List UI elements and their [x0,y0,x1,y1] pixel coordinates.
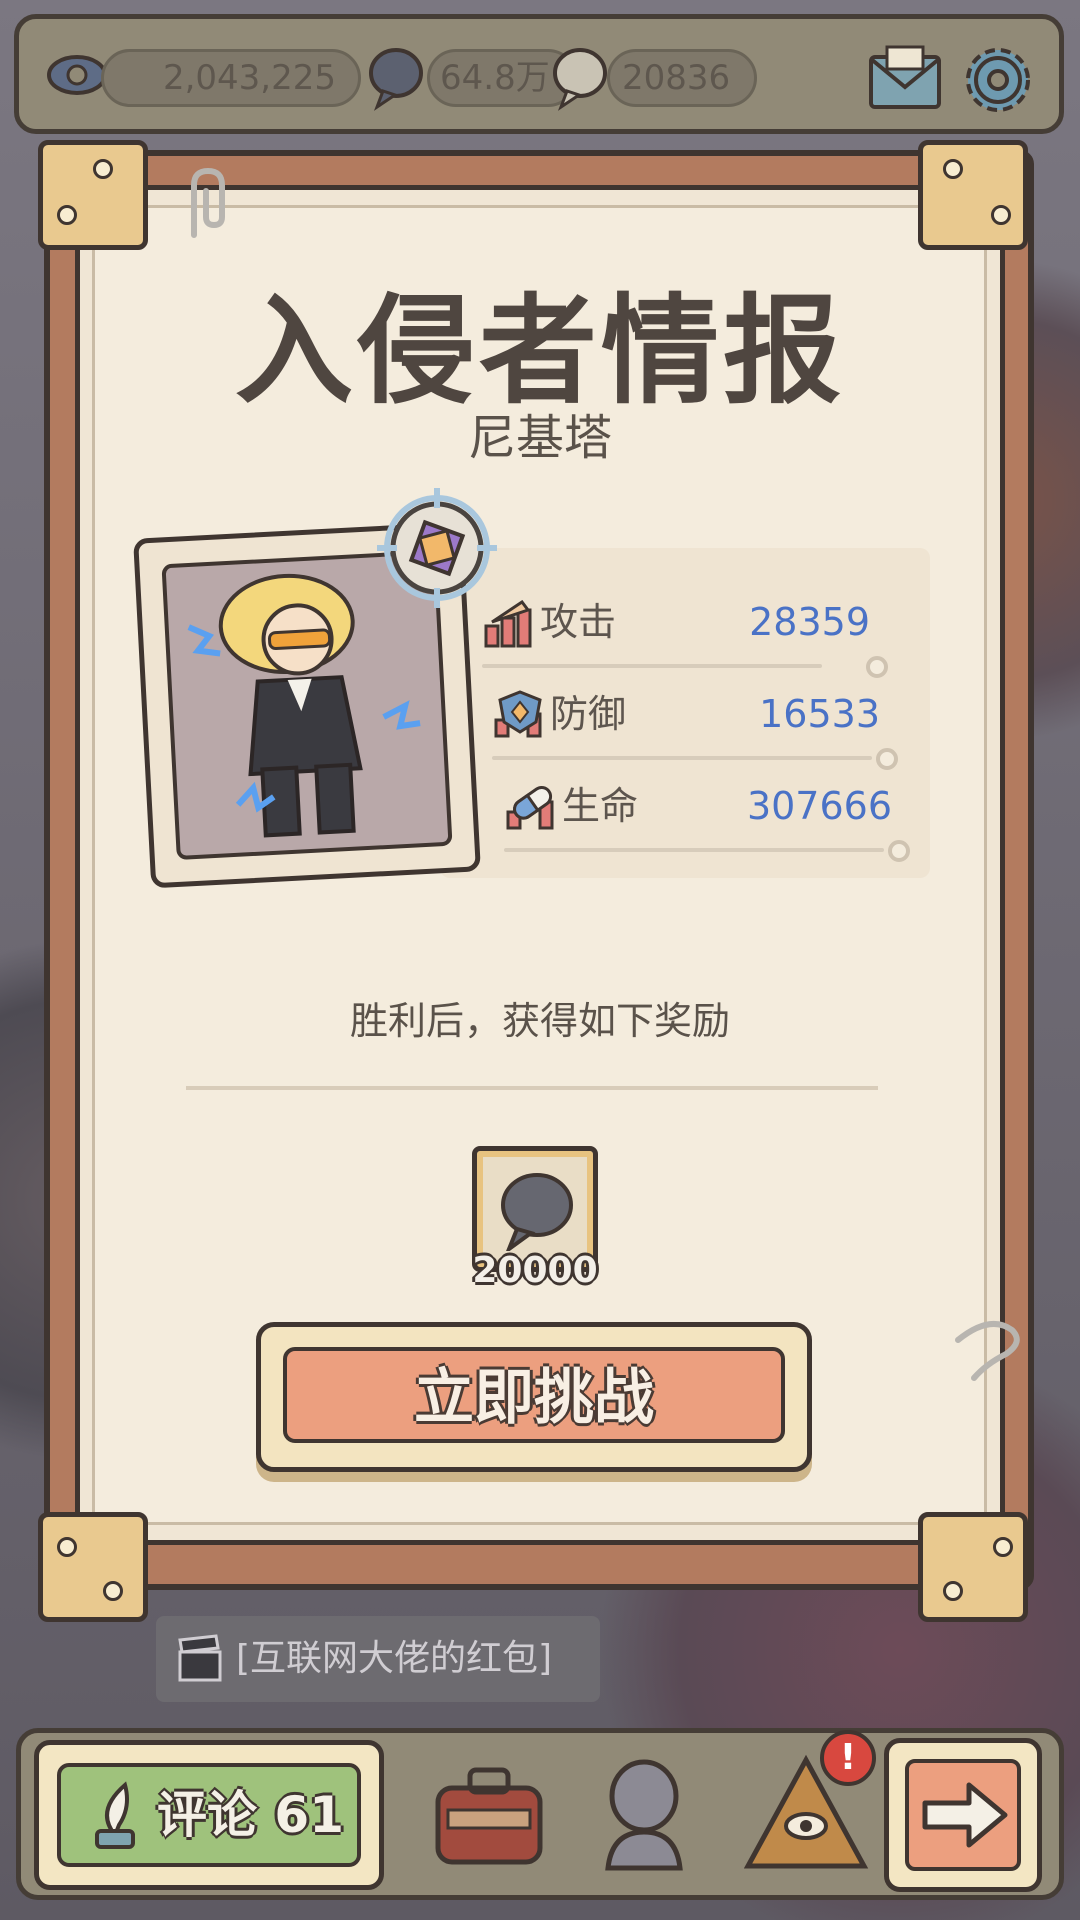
notification-badge: ! [820,1730,876,1786]
stat-label: 防御 [550,692,627,736]
views-pill: 2,043,225 [101,49,361,107]
element-type-icon [377,488,497,608]
intruder-name: 尼基塔 [467,410,612,466]
stat-label: 攻击 [540,600,617,644]
dark-bubble-count: 64.8万 [440,58,550,98]
suitcase-icon[interactable] [424,1748,554,1878]
light-bubble-count: 20836 [622,58,731,98]
event-toast[interactable]: [互联网大佬的红包] [156,1616,600,1702]
frame-corner [38,140,148,250]
stat-row-health: 生命 307666 [504,776,910,862]
bust-icon[interactable] [582,1748,712,1878]
reward-description: 胜利后，获得如下奖励 [349,999,730,1043]
light-bubble-icon [553,48,607,111]
health-icon [506,786,554,830]
dark-bubble-icon [501,1173,573,1251]
stat-value: 307666 [746,784,892,828]
arrow-right-icon [922,1782,1008,1848]
gear-icon[interactable] [959,41,1037,119]
challenge-button-label: 立即挑战 [414,1363,654,1433]
stat-row-defense: 防御 16533 [492,684,898,770]
paperclip-icon [191,167,225,238]
mail-icon[interactable] [867,45,943,111]
frame-corner [918,140,1028,250]
paperclip-icon [955,1320,1020,1381]
comment-button[interactable]: 评论 61 [34,1740,384,1890]
frame-corner [918,1512,1028,1622]
comment-button-label: 评论 61 [157,1786,344,1844]
stat-value: 28359 [749,600,870,644]
divider [186,1086,878,1090]
quill-icon [95,1781,135,1849]
toast-text: [互联网大佬的红包] [236,1638,553,1679]
light-bubble-pill: 20836 [607,49,757,107]
views-count: 2,043,225 [162,58,336,98]
frame-corner [38,1512,148,1622]
defense-icon [494,690,542,738]
eye-icon [47,55,107,95]
reward-count: 20000 [472,1250,598,1291]
top-resource-bar: 2,043,225 64.8万 20836 [14,14,1064,134]
dark-bubble-icon [369,48,423,111]
challenge-button[interactable]: 立即挑战 [256,1322,812,1472]
stat-row-attack: 攻击 28359 [482,592,888,678]
clapperboard-icon [178,1634,222,1682]
stat-label: 生命 [562,784,639,828]
stat-value: 16533 [759,692,880,736]
next-button[interactable] [884,1738,1042,1892]
